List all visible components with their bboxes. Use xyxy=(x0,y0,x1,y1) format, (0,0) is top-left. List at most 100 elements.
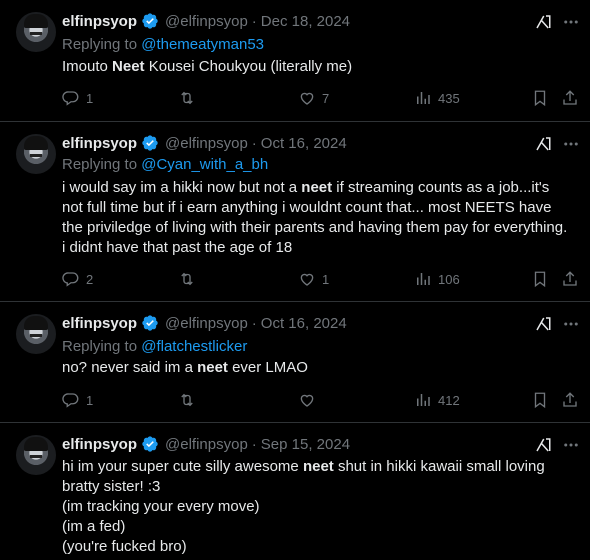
reply-button[interactable]: 1 xyxy=(62,390,93,410)
views-button[interactable]: 106 xyxy=(414,269,460,289)
reply-button[interactable]: 2 xyxy=(62,269,93,289)
more-icon[interactable] xyxy=(562,13,580,31)
avatar[interactable] xyxy=(16,12,56,52)
bookmark-icon xyxy=(531,270,549,288)
tweet-date[interactable]: Sep 15, 2024 xyxy=(261,436,350,453)
grok-icon[interactable] xyxy=(534,315,552,333)
tweet-text: i would say im a hikki now but not a nee… xyxy=(62,178,572,258)
reply-count: 1 xyxy=(86,392,94,408)
replying-to: Replying to @themeatyman53 xyxy=(62,36,264,53)
tweet[interactable]: elfinpsyop @elfinpsyop · Sep 15, 2024 hi… xyxy=(0,423,590,560)
bookmark-button[interactable] xyxy=(531,269,549,289)
replying-to: Replying to @flatchestlicker xyxy=(62,338,247,355)
share-icon xyxy=(561,391,579,409)
tweet[interactable]: elfinpsyop @elfinpsyop · Dec 18, 2024 Re… xyxy=(0,0,590,122)
author-handle[interactable]: @elfinpsyop xyxy=(165,135,248,152)
more-icon[interactable] xyxy=(562,436,580,454)
share-icon xyxy=(561,89,579,107)
share-button[interactable] xyxy=(561,88,579,108)
grok-icon[interactable] xyxy=(534,13,552,31)
separator: · xyxy=(251,314,257,332)
like-button[interactable] xyxy=(298,390,322,410)
views-count: 106 xyxy=(438,271,460,287)
text-line: (you're fucked bro) xyxy=(62,538,187,555)
tweet-header: elfinpsyop @elfinpsyop · Oct 16, 2024 xyxy=(62,314,347,332)
share-icon xyxy=(561,270,579,288)
like-icon xyxy=(298,89,316,107)
reply-icon xyxy=(62,89,80,107)
replying-label: Replying to xyxy=(62,338,138,355)
views-icon xyxy=(414,270,432,288)
tweet-header: elfinpsyop @elfinpsyop · Sep 15, 2024 xyxy=(62,435,350,453)
tweet-text: hi im your super cute silly awesome neet… xyxy=(62,457,572,557)
avatar[interactable] xyxy=(16,134,56,174)
text-part: hi im your super cute silly awesome xyxy=(62,458,303,475)
tweet-text: no? never said im a neet ever LMAO xyxy=(62,358,572,378)
bookmark-icon xyxy=(531,89,549,107)
grok-icon[interactable] xyxy=(534,135,552,153)
avatar[interactable] xyxy=(16,314,56,354)
text-line: (im tracking your every move) xyxy=(62,498,260,515)
views-icon xyxy=(414,391,432,409)
action-bar: 2 1 106 xyxy=(62,269,582,289)
tweet-text: Imouto Neet Kousei Choukyou (literally m… xyxy=(62,57,572,77)
more-icon[interactable] xyxy=(562,135,580,153)
action-bar: 1 7 435 xyxy=(62,88,582,108)
reply-count: 1 xyxy=(86,90,94,106)
author-name[interactable]: elfinpsyop xyxy=(62,436,137,453)
highlight: neet xyxy=(197,359,228,376)
views-button[interactable]: 435 xyxy=(414,88,460,108)
author-name[interactable]: elfinpsyop xyxy=(62,315,137,332)
tweet-header: elfinpsyop @elfinpsyop · Dec 18, 2024 xyxy=(62,12,350,30)
like-button[interactable]: 7 xyxy=(298,88,329,108)
mention-link[interactable]: @Cyan_with_a_bh xyxy=(141,156,268,173)
tweet[interactable]: elfinpsyop @elfinpsyop · Oct 16, 2024 Re… xyxy=(0,302,590,423)
tweet-date[interactable]: Dec 18, 2024 xyxy=(261,13,350,30)
separator: · xyxy=(251,435,257,453)
highlight: Neet xyxy=(112,58,145,75)
separator: · xyxy=(251,134,257,152)
views-count: 435 xyxy=(438,90,460,106)
like-count: 7 xyxy=(322,90,330,106)
mention-link[interactable]: @themeatyman53 xyxy=(141,36,264,53)
reply-button[interactable]: 1 xyxy=(62,88,93,108)
text-part: i would say im a hikki now but not a xyxy=(62,179,302,196)
like-icon xyxy=(298,391,316,409)
share-button[interactable] xyxy=(561,269,579,289)
text-part: no? never said im a xyxy=(62,359,198,376)
mention-link[interactable]: @flatchestlicker xyxy=(141,338,247,355)
bookmark-icon xyxy=(531,391,549,409)
tweet-header: elfinpsyop @elfinpsyop · Oct 16, 2024 xyxy=(62,134,347,152)
tweet-date[interactable]: Oct 16, 2024 xyxy=(261,135,347,152)
repost-button[interactable] xyxy=(178,88,202,108)
share-button[interactable] xyxy=(561,390,579,410)
bookmark-button[interactable] xyxy=(531,390,549,410)
more-icon[interactable] xyxy=(562,315,580,333)
author-handle[interactable]: @elfinpsyop xyxy=(165,13,248,30)
author-name[interactable]: elfinpsyop xyxy=(62,13,137,30)
like-icon xyxy=(298,270,316,288)
bookmark-button[interactable] xyxy=(531,88,549,108)
grok-icon[interactable] xyxy=(534,436,552,454)
verified-icon xyxy=(141,12,159,30)
repost-button[interactable] xyxy=(178,390,202,410)
tweet[interactable]: elfinpsyop @elfinpsyop · Oct 16, 2024 Re… xyxy=(0,122,590,302)
author-handle[interactable]: @elfinpsyop xyxy=(165,436,248,453)
views-button[interactable]: 412 xyxy=(414,390,460,410)
highlight: neet xyxy=(301,179,333,196)
text-part: ever LMAO xyxy=(227,359,308,376)
repost-button[interactable] xyxy=(178,269,202,289)
reply-count: 2 xyxy=(86,271,94,287)
author-name[interactable]: elfinpsyop xyxy=(62,135,137,152)
avatar[interactable] xyxy=(16,435,56,475)
text-part: Kousei Choukyou (literally me) xyxy=(144,58,353,75)
author-handle[interactable]: @elfinpsyop xyxy=(165,315,248,332)
views-icon xyxy=(414,89,432,107)
views-count: 412 xyxy=(438,392,460,408)
like-button[interactable]: 1 xyxy=(298,269,329,289)
repost-icon xyxy=(178,391,196,409)
verified-icon xyxy=(141,134,159,152)
tweet-date[interactable]: Oct 16, 2024 xyxy=(261,315,347,332)
text-line: (im a fed) xyxy=(62,518,126,535)
highlight: neet xyxy=(302,458,334,475)
